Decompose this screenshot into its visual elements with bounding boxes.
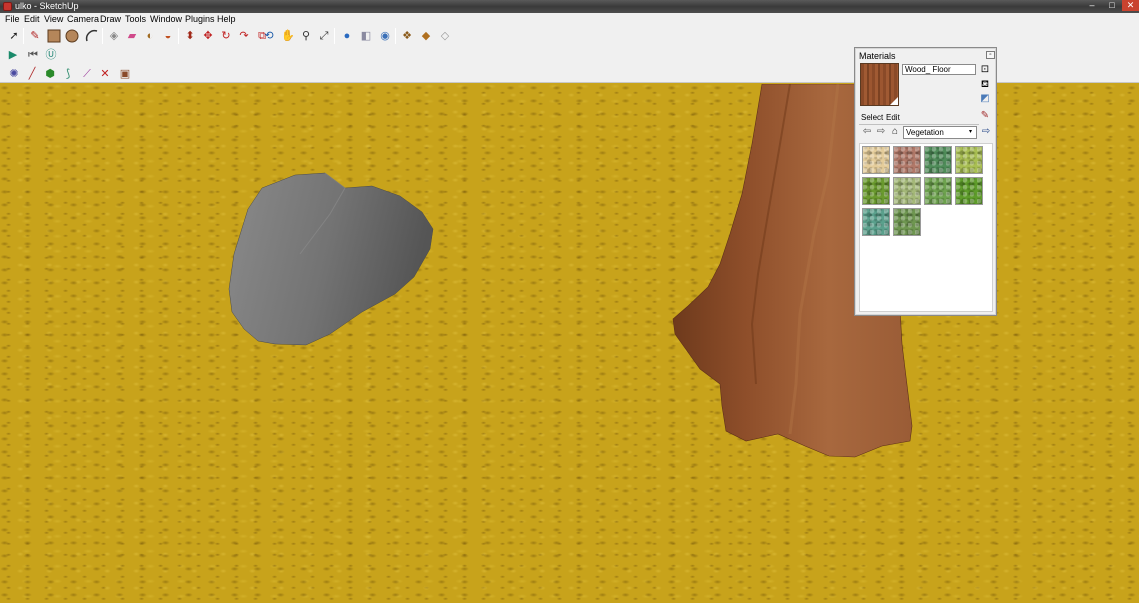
forward-arrow-icon[interactable]: ⇨ [875,126,887,138]
ui-toggle-icon[interactable]: Ⓤ [43,47,59,63]
tab-edit[interactable]: Edit [886,112,900,124]
material-swatch[interactable] [955,177,983,205]
material-swatch[interactable] [862,177,890,205]
close-button[interactable]: ✕ [1122,0,1139,11]
materials-panel-title: Materials [859,51,896,61]
material-name-field[interactable]: Wood_ Floor [902,64,976,75]
toolbar-divider [102,28,103,44]
play-icon[interactable]: ▶ [5,47,21,63]
menu-camera[interactable]: Camera [67,14,99,24]
google-earth-icon[interactable]: ◉ [377,28,393,44]
default-material-icon[interactable]: ◩ [979,93,991,105]
share-model-icon[interactable]: ◧ [358,28,374,44]
material-browser-icon[interactable]: ◆ [418,28,434,44]
material-swatch[interactable] [955,146,983,174]
pan-tool-icon[interactable]: ✋ [280,28,296,44]
follow-me-tool-icon[interactable]: ↷ [236,28,252,44]
arc-tool-icon[interactable] [84,28,100,44]
menu-view[interactable]: View [44,14,63,24]
rectangle-tool-icon[interactable] [46,28,62,44]
material-preview-swatch[interactable] [860,63,899,106]
tab-divider [859,124,979,125]
material-swatch[interactable] [862,208,890,236]
toolbar-divider [23,28,24,44]
zoom-tool-icon[interactable]: ⚲ [298,28,314,44]
materials-panel: Materials ▫ Wood_ Floor ⊡ ⛾ ◩ ✎ Select E… [854,47,997,316]
back-arrow-icon[interactable]: ⇦ [861,126,873,138]
materials-close-button[interactable]: ▫ [986,51,995,59]
toolbar-divider [334,28,335,44]
delete-icon[interactable]: ✕ [97,66,113,82]
details-arrow-icon[interactable]: ⇨ [980,126,992,138]
solid-shape-icon[interactable]: ⬢ [42,66,58,82]
menu-bar: File Edit View Camera Draw Tools Window … [0,13,1139,25]
menu-tools[interactable]: Tools [125,14,146,24]
title-bar: ulko - SketchUp – □ ✕ [0,0,1139,13]
menu-plugins[interactable]: Plugins [185,14,215,24]
window-title: ulko - SketchUp [15,1,79,11]
minimize-button[interactable]: – [1082,0,1102,11]
material-swatch[interactable] [862,146,890,174]
material-swatch[interactable] [924,146,952,174]
sandbox-icon[interactable]: ✺ [6,66,22,82]
menu-draw[interactable]: Draw [100,14,121,24]
texture-tool-icon[interactable]: ▣ [117,66,133,82]
material-swatch[interactable] [893,146,921,174]
chevron-down-icon: ▾ [968,129,972,135]
sketchup-app-icon [3,2,12,11]
stairs-icon[interactable]: ⟆ [60,66,76,82]
paint-bucket-icon[interactable]: ◒ [160,28,176,44]
eraser-tool-icon[interactable]: ▰ [124,28,140,44]
library-dropdown[interactable]: Vegetation ▾ [903,126,977,139]
material-swatch[interactable] [893,208,921,236]
plugin-toolbar: ▶ ⏮ Ⓤ [0,46,70,65]
select-tool-icon[interactable]: ➚ [6,28,22,44]
library-dropdown-value: Vegetation [906,128,944,137]
toolbar-divider [395,28,396,44]
sample-paint-eyedropper-icon[interactable]: ✎ [979,110,991,122]
orbit-tool-icon[interactable]: ⟲ [261,28,277,44]
maximize-button[interactable]: □ [1102,0,1122,11]
home-icon[interactable]: ⌂ [889,126,901,138]
line-draw-icon[interactable]: ╱ [24,66,40,82]
circle-tool-icon[interactable] [64,28,80,44]
tape-measure-icon[interactable]: ◐ [142,28,158,44]
menu-file[interactable]: File [5,14,20,24]
rock-model[interactable] [228,172,434,346]
toolbar-divider [178,28,179,44]
rotate-tool-icon[interactable]: ↻ [218,28,234,44]
paint-bucket-icon[interactable]: ⛾ [979,79,991,91]
menu-edit[interactable]: Edit [24,14,40,24]
menu-help[interactable]: Help [217,14,236,24]
main-toolbar: ➚ ✎ ◈ ▰ ◐ ◒ ⬍ ✥ ↻ ↷ ⧉ ⟲ ✋ ⚲ ⤢ ● ◧ ◉ ❖ ◆ … [0,27,460,46]
material-swatch-grid [859,143,993,312]
extra-toolbar: ✺ ╱ ⬢ ⟆ ⟋ ✕ ▣ [0,65,140,84]
pencil-line-tool-icon[interactable]: ✎ [27,28,43,44]
menu-window[interactable]: Window [150,14,182,24]
create-material-icon[interactable]: ⊡ [979,64,991,76]
move-tool-icon[interactable]: ✥ [200,28,216,44]
material-swatch[interactable] [924,177,952,205]
get-models-icon[interactable]: ● [339,28,355,44]
wand-icon[interactable]: ⟋ [79,66,95,82]
default-material-corner-icon [890,97,898,105]
styles-icon[interactable]: ◇ [437,28,453,44]
zoom-extents-icon[interactable]: ⤢ [316,28,332,44]
rewind-icon[interactable]: ⏮ [25,47,41,63]
material-swatch[interactable] [893,177,921,205]
push-pull-tool-icon[interactable]: ⬍ [182,28,198,44]
component-window-icon[interactable]: ❖ [399,28,415,44]
make-component-icon[interactable]: ◈ [106,28,122,44]
tab-select[interactable]: Select [861,112,883,124]
